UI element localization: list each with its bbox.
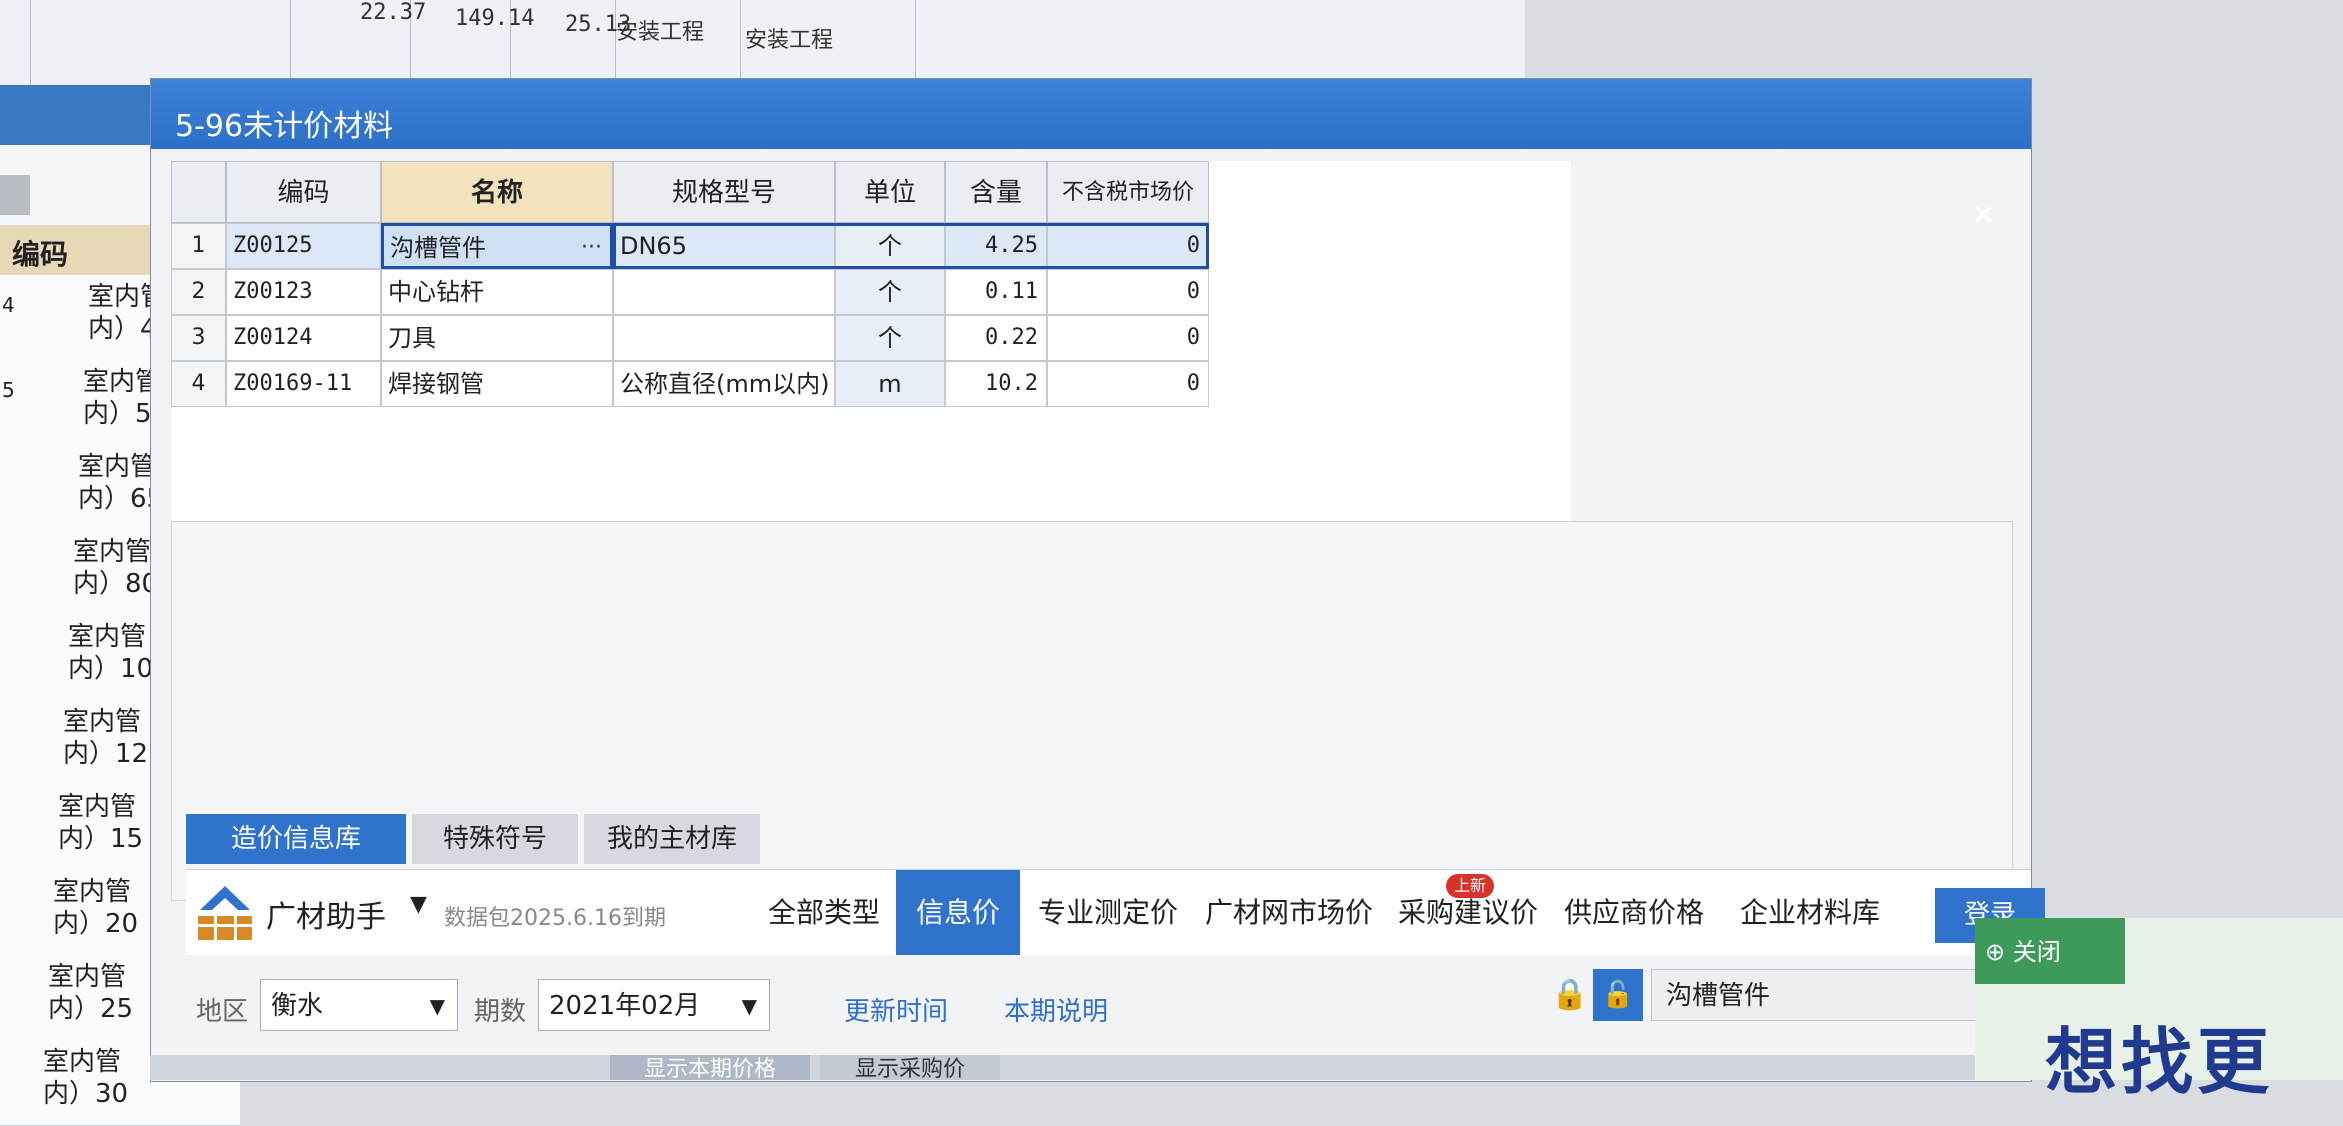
period-value: 2021年02月 — [549, 991, 701, 1021]
row-number-header — [171, 161, 226, 223]
cell-qty[interactable]: 4.25 — [945, 223, 1047, 269]
left-row-text: 室内管 内）25 — [48, 962, 134, 1024]
material-table: 编码 名称 规格型号 单位 含量 不含税市场价 1 Z00125 沟槽管件 ··· DN… — [171, 161, 1571, 521]
cell-price[interactable]: 0 — [1047, 269, 1209, 315]
region-value: 衡水 — [271, 991, 324, 1021]
chevron-down-icon: ▼ — [429, 994, 445, 1018]
cell-code[interactable]: Z00169-11 — [226, 361, 381, 407]
region-select[interactable]: 衡水 ▼ — [260, 979, 458, 1031]
bg-cell: 安装工程 — [745, 28, 834, 53]
search-input[interactable]: 沟槽管件 — [1651, 969, 1981, 1021]
left-panel-toolbar — [0, 175, 30, 215]
cell-no[interactable]: 3 — [171, 315, 226, 361]
cell-name[interactable]: 中心钻杆 — [381, 269, 613, 315]
left-row-text: 室内管 内）80 — [73, 537, 159, 599]
cell-price[interactable]: 0 — [1047, 223, 1209, 269]
chevron-down-icon: ▼ — [741, 994, 757, 1018]
dialog-title: 5-96未计价材料 — [175, 109, 394, 144]
cell-code[interactable]: Z00124 — [226, 315, 381, 361]
lock-icon[interactable]: 🔒 — [1551, 977, 1588, 1012]
dialog-title-bar[interactable]: 5-96未计价材料 — [151, 79, 2031, 149]
left-header-code: 编码 — [12, 238, 69, 271]
popup-close-label: 关闭 — [2012, 938, 2061, 966]
tab-my-main-materials[interactable]: 我的主材库 — [584, 814, 760, 864]
left-row-text: 室内管 内）20 — [53, 877, 139, 939]
assistant-brand[interactable]: 广材助手 — [266, 892, 386, 936]
nav-professional-price[interactable]: 专业测定价 — [1026, 870, 1190, 955]
bg-cell: 安装工程 — [616, 20, 705, 45]
bg-cell: 149.14 — [455, 6, 535, 31]
nav-all-types[interactable]: 全部类型 — [758, 870, 890, 955]
tab-show-current-price[interactable]: 显示本期价格 — [610, 1055, 810, 1080]
cell-spec[interactable]: 公称直径(mm以内) 65 — [613, 361, 835, 407]
region-label: 地区 — [196, 997, 249, 1027]
more-options-icon[interactable]: ··· — [581, 226, 602, 266]
guangcai-logo-icon — [198, 886, 252, 940]
cell-unit[interactable]: 个 — [835, 269, 945, 315]
tab-cost-info-library[interactable]: 造价信息库 — [186, 814, 406, 864]
cell-spec[interactable] — [613, 269, 835, 315]
unpriced-material-dialog: 5-96未计价材料 × 编码 名称 规格型号 单位 含量 不含税市场价 1 Z00… — [150, 78, 2032, 1082]
cell-unit[interactable]: 个 — [835, 223, 945, 269]
unlock-icon[interactable]: 🔓 — [1593, 969, 1643, 1021]
left-row-number: 5 — [2, 378, 15, 402]
cell-unit[interactable]: m — [835, 361, 945, 407]
cell-qty[interactable]: 0.22 — [945, 315, 1047, 361]
tab-special-symbols[interactable]: 特殊符号 — [412, 814, 578, 864]
left-row-text: 室内管 内）12 — [63, 707, 149, 769]
new-badge: 上新 — [1446, 874, 1495, 898]
column-header-spec[interactable]: 规格型号 — [613, 161, 835, 223]
bg-cell: 22.37 — [360, 0, 427, 25]
left-row-number: 4 — [2, 293, 15, 317]
close-icon[interactable]: × — [1972, 197, 1995, 230]
cell-code[interactable]: Z00123 — [226, 269, 381, 315]
cell-no[interactable]: 2 — [171, 269, 226, 315]
cell-price[interactable]: 0 — [1047, 315, 1209, 361]
column-header-name[interactable]: 名称 — [381, 161, 613, 223]
brand-dropdown-icon[interactable]: ▼ — [410, 892, 427, 917]
cell-name[interactable]: 刀具 — [381, 315, 613, 361]
left-row-text: 室内管 内）30 — [43, 1047, 129, 1109]
cell-price[interactable]: 0 — [1047, 361, 1209, 407]
cell-no[interactable]: 4 — [171, 361, 226, 407]
cell-qty[interactable]: 0.11 — [945, 269, 1047, 315]
cell-no[interactable]: 1 — [171, 223, 226, 269]
cell-spec[interactable] — [613, 315, 835, 361]
cell-name[interactable]: 焊接钢管 — [381, 361, 613, 407]
package-expiry: 数据包2025.6.16到期 — [444, 906, 666, 931]
column-header-quantity[interactable]: 含量 — [945, 161, 1047, 223]
column-header-unit[interactable]: 单位 — [835, 161, 945, 223]
left-row-text: 室内管 内）15 — [58, 792, 144, 854]
promo-popup: ⊕ 关闭 想找更 — [1975, 918, 2343, 1104]
cell-code[interactable]: Z00125 — [226, 223, 381, 269]
nav-enterprise-library[interactable]: 企业材料库 — [1716, 870, 1904, 955]
period-select[interactable]: 2021年02月 ▼ — [538, 979, 770, 1031]
column-header-code[interactable]: 编码 — [226, 161, 381, 223]
nav-market-price[interactable]: 广材网市场价 — [1194, 870, 1384, 955]
cell-spec[interactable]: DN65 — [613, 223, 835, 269]
tab-show-purchase-price[interactable]: 显示采购价 — [820, 1055, 1000, 1080]
popup-close-button[interactable]: ⊕ 关闭 — [1985, 932, 2061, 967]
left-row-text: 室内管 内）10 — [68, 622, 154, 684]
nav-supplier-price[interactable]: 供应商价格 — [1554, 870, 1714, 955]
update-time-link[interactable]: 更新时间 — [844, 991, 948, 1028]
cell-name[interactable]: 沟槽管件 ··· — [381, 223, 613, 269]
period-label: 期数 — [474, 997, 527, 1027]
nav-info-price[interactable]: 信息价 — [896, 870, 1020, 955]
popup-headline: 想找更 — [2045, 1020, 2274, 1104]
bottom-tab-strip: 显示本期价格 显示采购价 — [150, 1055, 2030, 1080]
cell-unit[interactable]: 个 — [835, 315, 945, 361]
material-assistant-toolbar: 广材助手 ▼ 数据包2025.6.16到期 全部类型 信息价 专业测定价 广材网… — [186, 869, 2031, 955]
cell-qty[interactable]: 10.2 — [945, 361, 1047, 407]
column-header-market-price[interactable]: 不含税市场价 — [1047, 161, 1209, 223]
period-note-link[interactable]: 本期说明 — [1004, 991, 1108, 1028]
